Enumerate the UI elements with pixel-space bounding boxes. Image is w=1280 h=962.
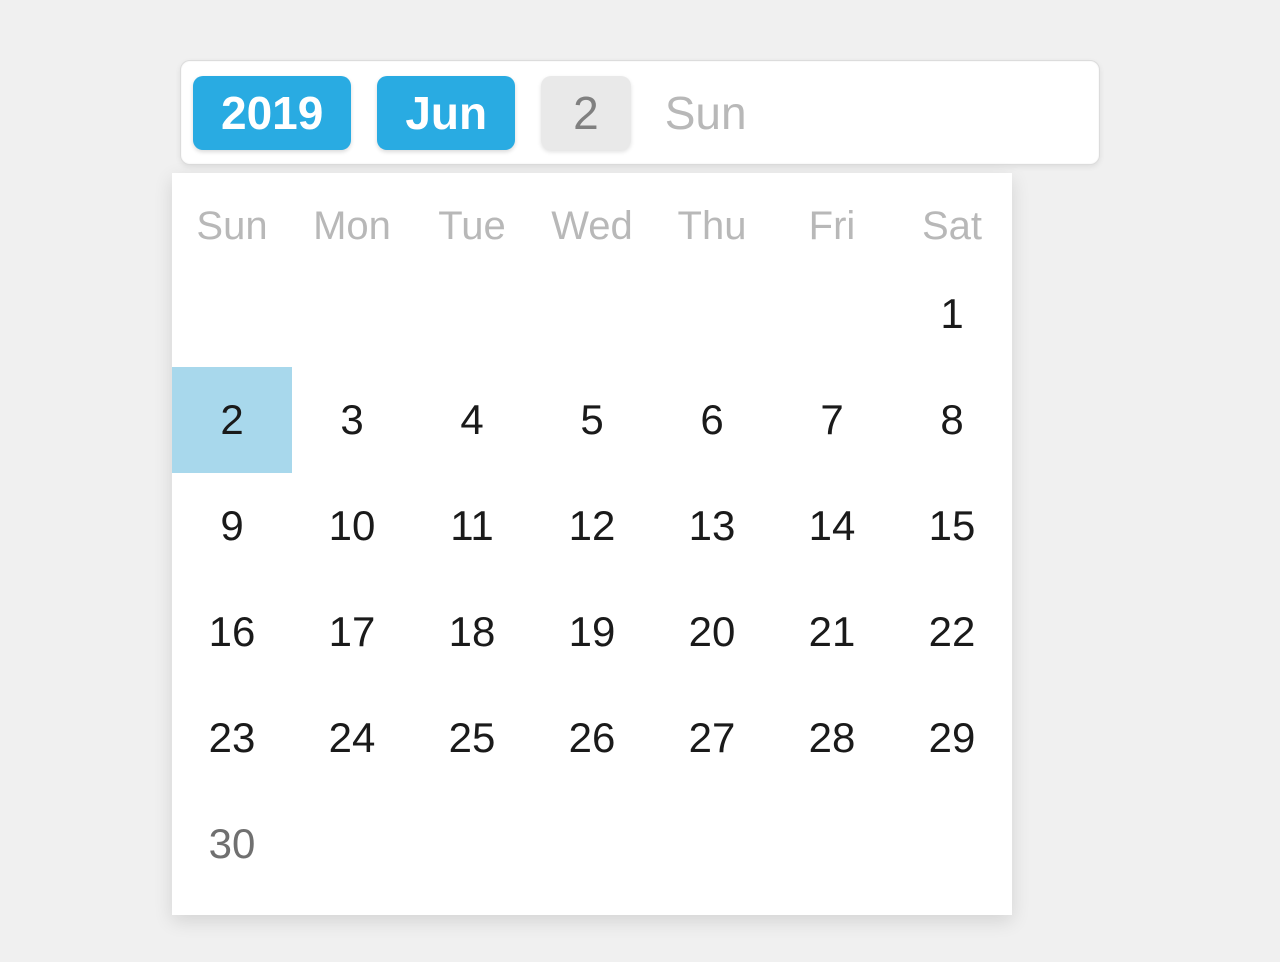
calendar-day-cell[interactable]: 16 (172, 579, 292, 685)
calendar-day-cell[interactable]: 23 (172, 685, 292, 791)
calendar-day-cell[interactable]: 7 (772, 367, 892, 473)
calendar-day-cell[interactable]: 11 (412, 473, 532, 579)
calendar-day-cell[interactable]: 3 (292, 367, 412, 473)
month-label: Jun (405, 86, 487, 140)
calendar-blank-cell (412, 261, 532, 367)
calendar-day-cell[interactable]: 24 (292, 685, 412, 791)
weekday-text: Sun (665, 86, 747, 140)
calendar-popup: SunMonTueWedThuFriSat1234567891011121314… (172, 173, 1012, 915)
calendar-blank-cell (292, 261, 412, 367)
calendar-day-cell[interactable]: 30 (172, 791, 292, 897)
calendar-day-cell[interactable]: 8 (892, 367, 1012, 473)
calendar-day-cell[interactable]: 12 (532, 473, 652, 579)
calendar-day-cell[interactable]: 22 (892, 579, 1012, 685)
calendar-day-cell[interactable]: 21 (772, 579, 892, 685)
calendar-day-cell[interactable]: 25 (412, 685, 532, 791)
calendar-day-cell[interactable]: 15 (892, 473, 1012, 579)
year-button[interactable]: 2019 (193, 76, 351, 150)
calendar-day-cell[interactable]: 6 (652, 367, 772, 473)
calendar-day-cell[interactable]: 4 (412, 367, 532, 473)
weekday-header: Wed (532, 191, 652, 261)
weekday-header: Tue (412, 191, 532, 261)
calendar-blank-cell (172, 261, 292, 367)
date-input-bar[interactable]: 2019 Jun 2 Sun (180, 60, 1100, 165)
calendar-blank-cell (532, 261, 652, 367)
calendar-day-cell[interactable]: 13 (652, 473, 772, 579)
weekday-header: Sat (892, 191, 1012, 261)
calendar-blank-cell (652, 261, 772, 367)
year-label: 2019 (221, 86, 323, 140)
calendar-day-cell[interactable]: 9 (172, 473, 292, 579)
weekday-header: Sun (172, 191, 292, 261)
calendar-day-cell[interactable]: 26 (532, 685, 652, 791)
calendar-day-cell[interactable]: 1 (892, 261, 1012, 367)
calendar-blank-cell (772, 261, 892, 367)
calendar-day-cell[interactable]: 28 (772, 685, 892, 791)
calendar-day-cell[interactable]: 18 (412, 579, 532, 685)
weekday-header: Thu (652, 191, 772, 261)
calendar-day-cell[interactable]: 5 (532, 367, 652, 473)
calendar-day-cell[interactable]: 17 (292, 579, 412, 685)
weekday-header: Fri (772, 191, 892, 261)
day-label: 2 (573, 86, 599, 140)
month-button[interactable]: Jun (377, 76, 515, 150)
weekday-header: Mon (292, 191, 412, 261)
calendar-day-cell[interactable]: 20 (652, 579, 772, 685)
calendar-day-cell[interactable]: 29 (892, 685, 1012, 791)
calendar-day-cell[interactable]: 2 (172, 367, 292, 473)
calendar-day-cell[interactable]: 14 (772, 473, 892, 579)
calendar-day-cell[interactable]: 27 (652, 685, 772, 791)
calendar-grid: SunMonTueWedThuFriSat1234567891011121314… (172, 191, 1012, 897)
calendar-day-cell[interactable]: 10 (292, 473, 412, 579)
calendar-day-cell[interactable]: 19 (532, 579, 652, 685)
day-button[interactable]: 2 (541, 76, 631, 150)
